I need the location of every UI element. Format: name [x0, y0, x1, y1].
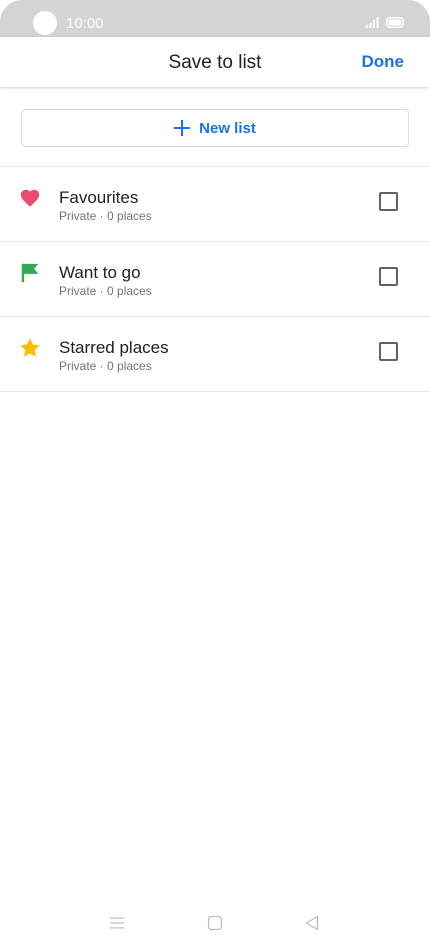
new-list-button[interactable]: New list: [21, 109, 409, 147]
status-bar: 10:00: [0, 0, 430, 37]
camera-cutout: [33, 11, 57, 35]
menu-icon[interactable]: [109, 915, 125, 931]
back-icon[interactable]: [304, 915, 320, 931]
home-icon[interactable]: [207, 915, 223, 931]
list-subtitle: Private · 0 places: [59, 209, 152, 223]
heart-icon: [20, 189, 40, 207]
list-item-starred-places[interactable]: Starred places Private · 0 places: [0, 317, 430, 392]
list-name: Want to go: [59, 263, 141, 282]
list-subtitle: Private · 0 places: [59, 284, 152, 298]
flag-icon: [21, 263, 39, 283]
status-time: 10:00: [66, 15, 104, 32]
app-header: Save to list Done: [0, 37, 430, 87]
system-nav-bar: [0, 905, 430, 941]
star-icon: [20, 338, 40, 357]
done-button[interactable]: Done: [362, 52, 405, 72]
list-item-want-to-go[interactable]: Want to go Private · 0 places: [0, 242, 430, 317]
starred-places-checkbox[interactable]: [379, 342, 398, 361]
battery-icon: [386, 17, 404, 28]
plus-icon: [174, 120, 191, 136]
saved-lists: Favourites Private · 0 places Want to go…: [0, 166, 430, 392]
list-name: Starred places: [59, 338, 169, 357]
list-item-favourites[interactable]: Favourites Private · 0 places: [0, 167, 430, 242]
want-to-go-checkbox[interactable]: [379, 267, 398, 286]
signal-icon: [366, 17, 379, 28]
list-name: Favourites: [59, 188, 139, 207]
new-list-label: New list: [199, 119, 256, 137]
favourites-checkbox[interactable]: [379, 192, 398, 211]
list-subtitle: Private · 0 places: [59, 359, 152, 373]
